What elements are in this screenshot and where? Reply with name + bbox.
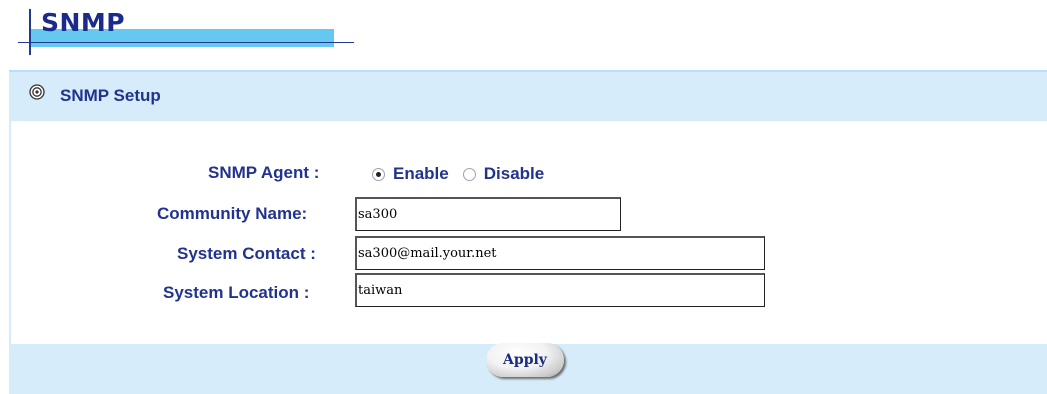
snmp-agent-label: SNMP Agent : <box>208 163 320 182</box>
apply-button-label: Apply <box>503 352 547 368</box>
agent-enable-label[interactable]: Enable <box>393 164 449 184</box>
page-title: SNMP <box>41 8 126 37</box>
apply-button[interactable]: Apply <box>486 343 564 377</box>
community-name-field[interactable] <box>355 197 621 231</box>
agent-disable-label[interactable]: Disable <box>484 164 544 184</box>
header-divider-vertical <box>29 9 31 55</box>
system-location-label: System Location : <box>163 283 310 302</box>
snmp-agent-radio-group: Enable Disable <box>372 161 558 187</box>
system-contact-label: System Contact : <box>177 244 316 263</box>
panel-header: SNMP Setup <box>9 70 1047 121</box>
system-location-field[interactable] <box>355 273 765 307</box>
page-header: SNMP <box>0 0 380 60</box>
agent-enable-radio[interactable] <box>372 167 385 181</box>
agent-disable-radio[interactable] <box>462 167 476 181</box>
panel-title: SNMP Setup <box>60 86 161 105</box>
header-divider-horizontal <box>18 42 354 43</box>
system-contact-field[interactable] <box>355 236 765 270</box>
community-name-label: Community Name: <box>157 204 308 223</box>
gear-circle-icon <box>29 84 45 100</box>
panel-body <box>9 119 1047 344</box>
